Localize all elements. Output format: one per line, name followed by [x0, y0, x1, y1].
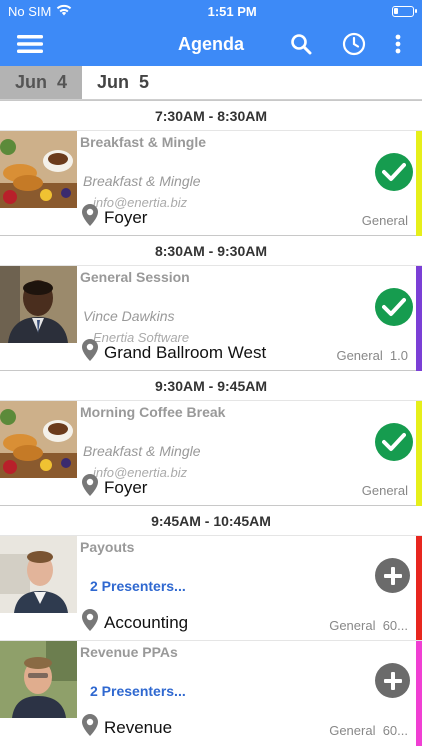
tab-label: Jun 5 [96, 72, 149, 92]
location: Foyer [82, 474, 147, 501]
presenter-photo [0, 536, 77, 613]
track-label: General 1.0 [336, 348, 408, 363]
status-bar: No SIM 1:51 PM [0, 0, 422, 22]
session-title: Revenue PPAs [80, 644, 178, 660]
session-row[interactable]: Revenue PPAs 2 Presenters... Revenue Gen… [0, 640, 422, 746]
presenter-photo [0, 641, 77, 718]
time-slot-header: 9:30AM - 9:45AM [0, 370, 422, 400]
check-icon[interactable] [375, 288, 413, 326]
location-pin-icon [82, 339, 98, 366]
breakfast-image [0, 131, 77, 208]
session-row[interactable]: Breakfast & Mingle Breakfast & Mingle in… [0, 130, 422, 236]
search-icon[interactable] [286, 22, 316, 66]
battery-icon [391, 5, 417, 17]
status-left: No SIM [8, 4, 72, 19]
nav-bar: Agenda [0, 22, 422, 66]
session-title: General Session [80, 269, 190, 285]
session-title: Breakfast & Mingle [80, 134, 207, 150]
track-color-bar [416, 401, 422, 506]
location: Grand Ballroom West [82, 339, 266, 366]
location-label: Foyer [104, 207, 148, 227]
location-pin-icon [82, 204, 98, 231]
session-row[interactable]: Payouts 2 Presenters... Accounting Gener… [0, 535, 422, 641]
track-color-bar [416, 536, 422, 641]
track-color-bar [416, 131, 422, 236]
date-tabs: Jun 4 Jun 5 [0, 66, 422, 100]
location-label: Grand Ballroom West [104, 342, 267, 362]
presenter-name: Vince Dawkins [83, 308, 175, 324]
presenter-name: Breakfast & Mingle [83, 443, 201, 459]
track-label: General 60... [329, 618, 408, 633]
time-slot-header: 8:30AM - 9:30AM [0, 235, 422, 265]
presenters-link[interactable]: 2 Presenters... [90, 578, 186, 594]
carrier-label: No SIM [8, 3, 52, 19]
presenters-link[interactable]: 2 Presenters... [90, 683, 186, 699]
track-label: General [361, 213, 408, 228]
location: Accounting [82, 609, 188, 636]
menu-icon[interactable] [12, 22, 48, 66]
check-icon[interactable] [375, 423, 413, 461]
location-pin-icon [82, 609, 98, 636]
time-slot-header: 9:45AM - 10:45AM [0, 505, 422, 535]
track-label: General 60... [329, 723, 408, 738]
check-icon[interactable] [375, 153, 413, 191]
add-icon[interactable] [375, 558, 410, 593]
add-icon[interactable] [375, 663, 410, 698]
clock-time: 1:51 PM [207, 3, 257, 19]
wifi-icon [56, 4, 72, 19]
tab-jun-4[interactable]: Jun 4 [0, 66, 82, 99]
track-color-bar [416, 641, 422, 746]
tab-label: Jun 4 [14, 72, 67, 92]
location: Foyer [82, 204, 147, 231]
location-label: Revenue [104, 717, 173, 737]
breakfast-image [0, 401, 77, 478]
location-pin-icon [82, 714, 98, 741]
session-title: Morning Coffee Break [80, 404, 226, 420]
location-pin-icon [82, 474, 98, 501]
time-slot-header: 7:30AM - 8:30AM [0, 100, 422, 130]
speaker-photo [0, 266, 77, 343]
location-label: Foyer [104, 477, 148, 497]
session-row[interactable]: Morning Coffee Break Breakfast & Mingle … [0, 400, 422, 506]
track-label: General [361, 483, 408, 498]
location: Revenue [82, 714, 172, 741]
tab-jun-5[interactable]: Jun 5 [82, 66, 164, 99]
more-vert-icon[interactable] [388, 22, 408, 66]
session-row[interactable]: General Session Vince Dawkins Enertia So… [0, 265, 422, 371]
location-label: Accounting [104, 612, 189, 632]
session-title: Payouts [80, 539, 135, 555]
agenda-list: 7:30AM - 8:30AM Breakfast & Mingle Break… [0, 100, 422, 746]
clock-icon[interactable] [339, 22, 369, 66]
track-color-bar [416, 266, 422, 371]
presenter-name: Breakfast & Mingle [83, 173, 201, 189]
